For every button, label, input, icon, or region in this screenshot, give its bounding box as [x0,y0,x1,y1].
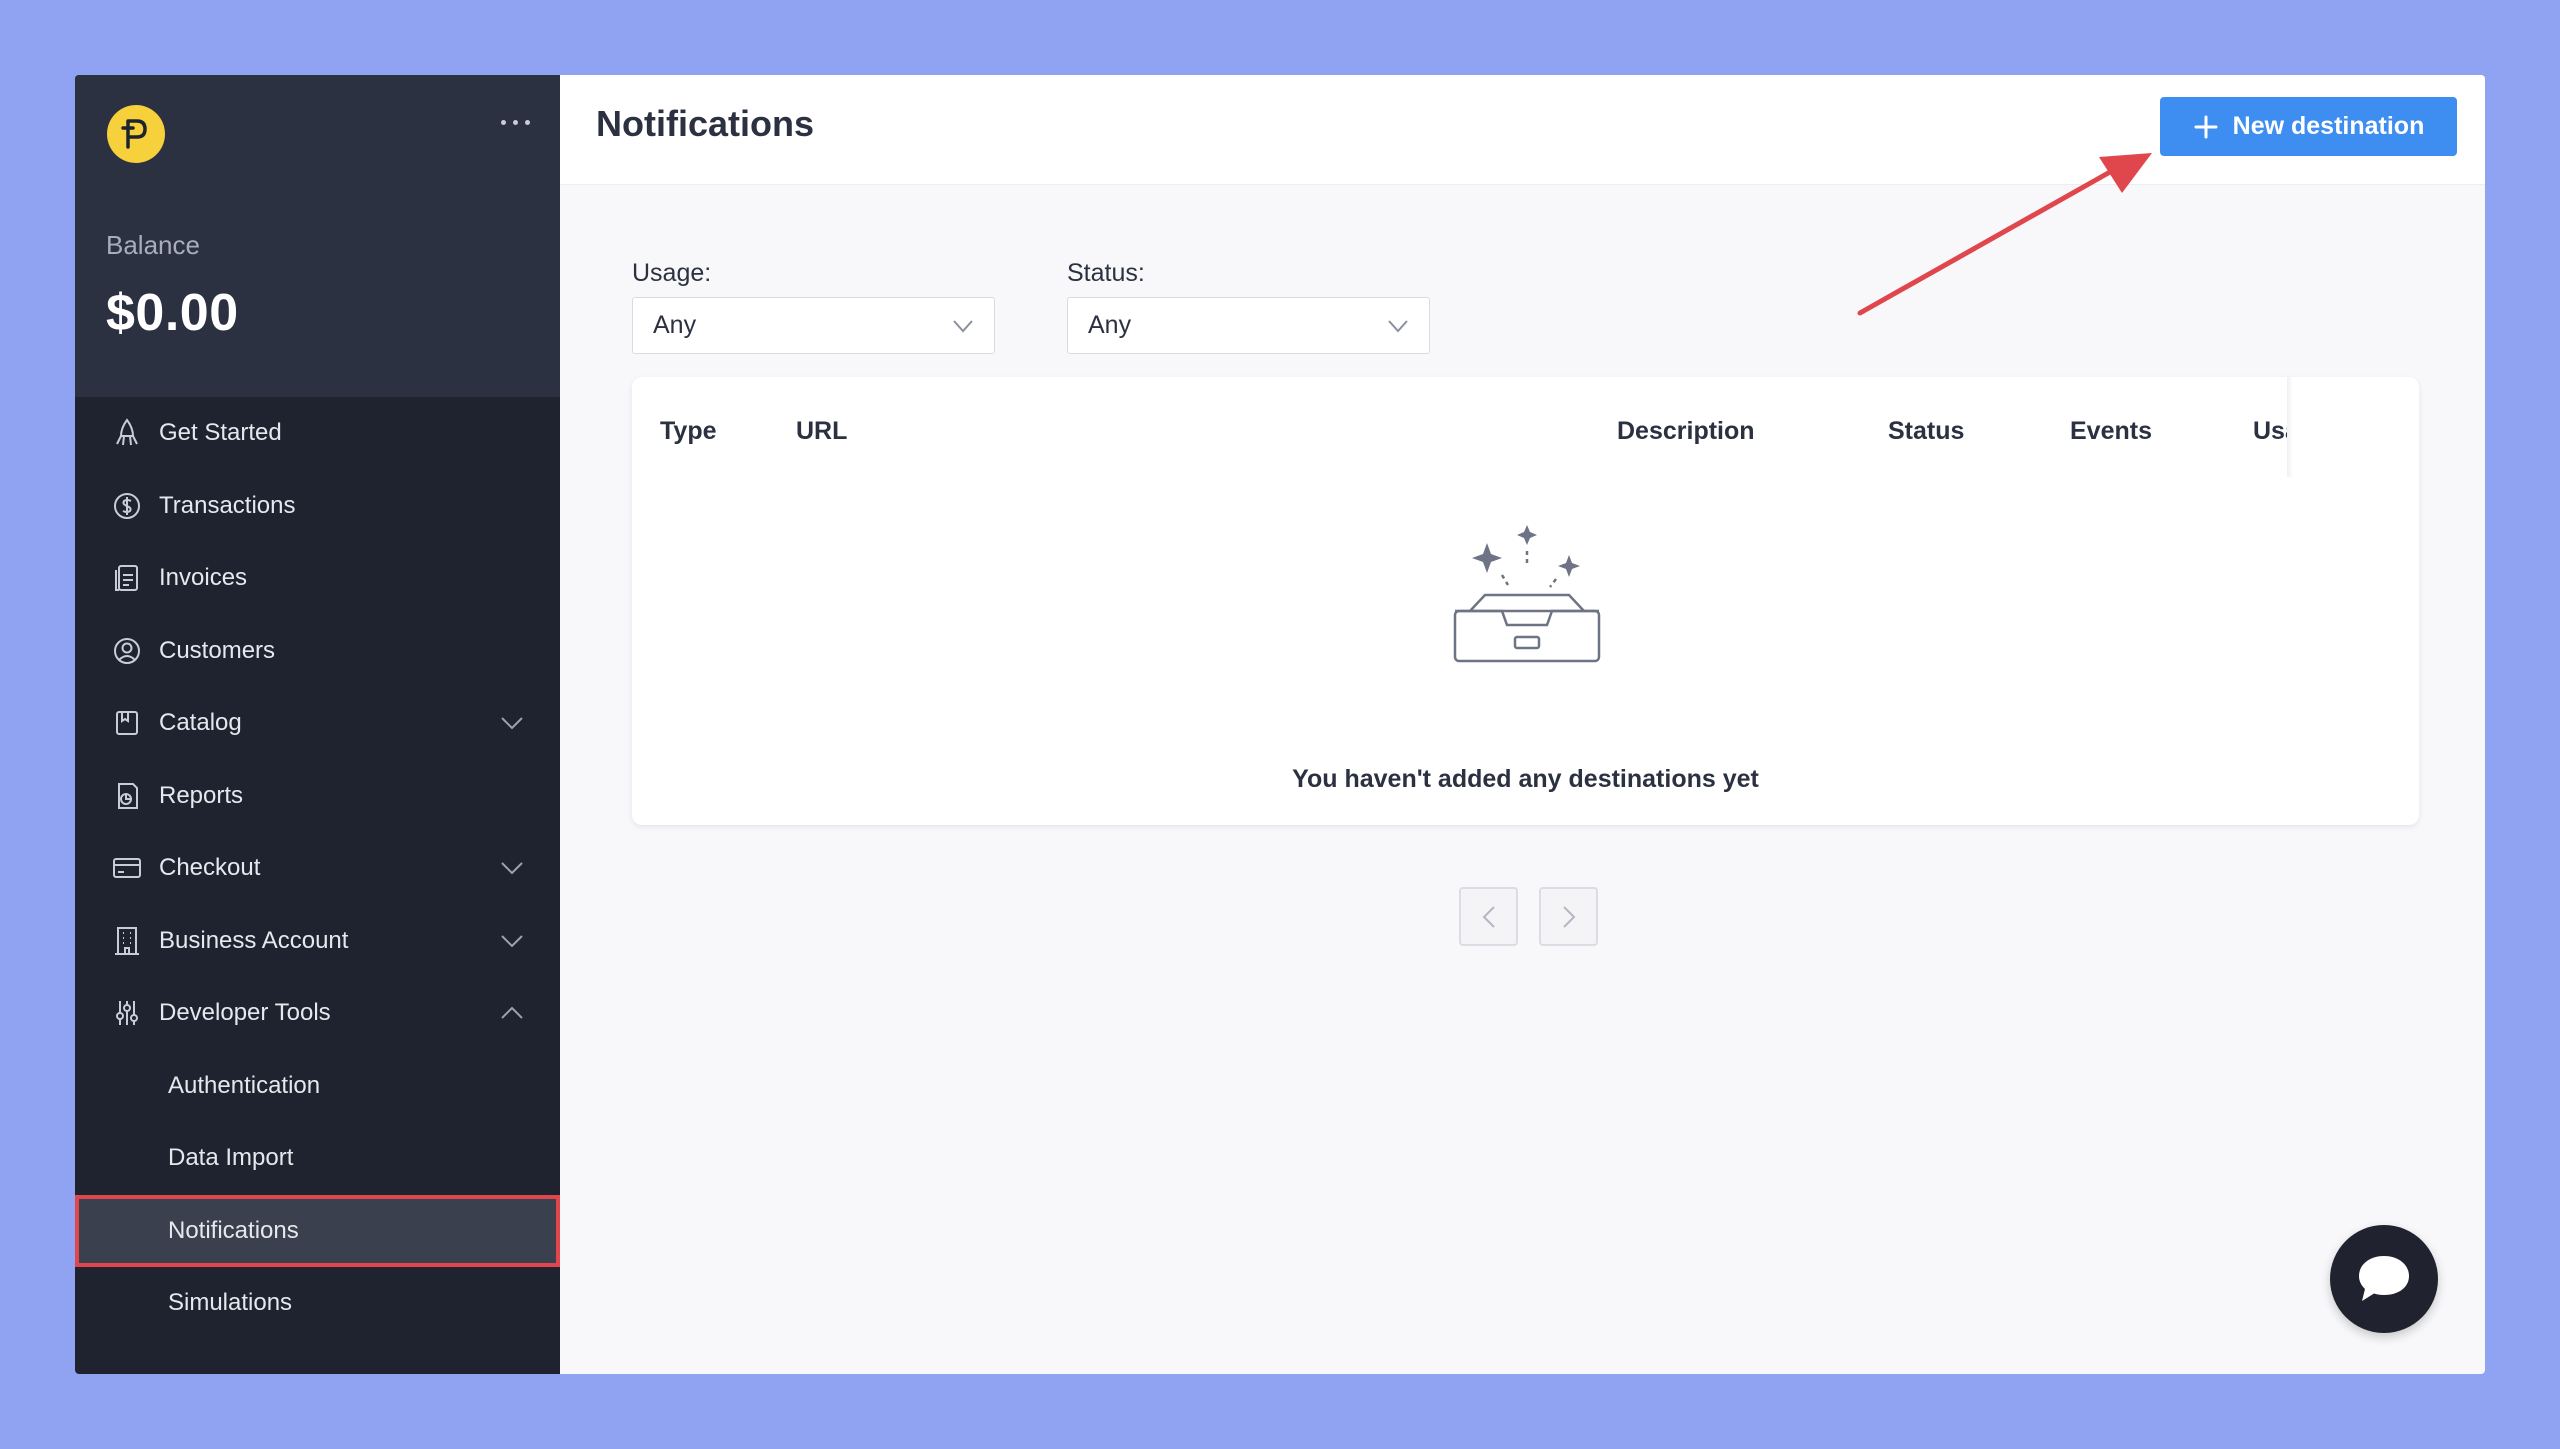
sidebar-item-checkout[interactable]: Checkout [75,832,560,905]
sidebar-item-label: Reports [159,781,244,809]
chat-bubble-icon [2359,1256,2409,1301]
chevron-down-icon[interactable] [500,934,524,948]
sidebar-item-label: Get Started [159,419,282,447]
chevron-down-icon [953,320,973,333]
report-icon [111,780,143,812]
column-header-status[interactable]: Status [1888,417,1964,446]
sidebar-item-customers[interactable]: Customers [75,615,560,688]
sidebar-subitem-simulations[interactable]: Simulations [75,1267,560,1340]
status-filter-label: Status: [1067,259,1145,287]
usage-select[interactable]: Any [632,297,995,354]
invoice-icon [111,562,143,594]
sidebar-item-get-started[interactable]: Get Started [75,397,560,470]
chevron-down-icon [1388,320,1408,333]
sidebar-item-label: Checkout [159,854,261,882]
sidebar-subitem-data-import[interactable]: Data Import [75,1122,560,1195]
column-header-url[interactable]: URL [796,417,847,446]
top-bar: Notifications New destination [560,75,2485,185]
chevron-down-icon[interactable] [500,716,524,730]
empty-state-message: You haven't added any destinations yet [1292,765,1759,793]
sidebar-subitem-authentication[interactable]: Authentication [75,1050,560,1123]
dollar-circle-icon [111,490,143,522]
next-page-button[interactable] [1539,887,1598,946]
sidebar-item-label: Transactions [159,491,296,519]
chevron-right-icon [1562,905,1575,928]
sidebar-subitem-notifications[interactable]: Notifications [75,1194,560,1267]
new-destination-label: New destination [2232,112,2425,140]
status-select-value: Any [1088,311,1132,339]
more-options-icon[interactable] [501,120,530,125]
paddle-logo-icon[interactable] [107,105,165,163]
sidebar-header: Balance $0.00 [75,75,560,397]
status-select[interactable]: Any [1067,297,1430,354]
scroll-shadow [2287,377,2293,477]
usage-select-value: Any [653,311,697,339]
catalog-icon [111,707,143,739]
chevron-left-icon [1482,905,1495,928]
sidebar-item-reports[interactable]: Reports [75,760,560,833]
sliders-icon [111,997,143,1029]
sidebar-item-invoices[interactable]: Invoices [75,542,560,615]
usage-filter-label: Usage: [632,259,712,287]
rocket-icon [111,417,143,449]
sidebar-item-label: Invoices [159,564,248,592]
previous-page-button[interactable] [1459,887,1518,946]
sidebar-item-label: Customers [159,636,276,664]
plus-icon [2194,115,2218,138]
chevron-up-icon[interactable] [500,1006,524,1020]
chevron-down-icon[interactable] [500,861,524,875]
column-header-events[interactable]: Events [2070,417,2152,446]
page-title: Notifications [596,103,815,144]
column-header-description[interactable]: Description [1617,417,1755,446]
sidebar-item-label: Business Account [159,926,349,954]
new-destination-button[interactable]: New destination [2160,97,2457,156]
sidebar-nav: Get Started Transactions Invoices Custom… [75,397,560,1340]
empty-inbox-icon [1453,525,1601,663]
sidebar-item-catalog[interactable]: Catalog [75,687,560,760]
column-header-type[interactable]: Type [660,417,717,446]
destinations-table: Type URL Description Status Events Usa Y… [632,377,2419,825]
app-window: Balance $0.00 Get Started Transactions I… [75,75,2485,1374]
balance-value: $0.00 [106,284,239,342]
building-icon [111,925,143,957]
column-header-usage[interactable]: Usa [2253,417,2287,446]
sidebar-item-business-account[interactable]: Business Account [75,905,560,978]
balance-label: Balance [106,230,200,260]
main-content: Notifications New destination Usage: Any… [560,75,2485,1374]
sidebar-item-label: Developer Tools [159,999,331,1027]
sidebar-item-developer-tools[interactable]: Developer Tools [75,977,560,1050]
user-circle-icon [111,635,143,667]
sidebar-item-label: Catalog [159,709,242,737]
chat-support-button[interactable] [2330,1225,2438,1333]
sidebar-item-transactions[interactable]: Transactions [75,470,560,543]
card-icon [111,852,143,884]
sidebar: Balance $0.00 Get Started Transactions I… [75,75,560,1374]
